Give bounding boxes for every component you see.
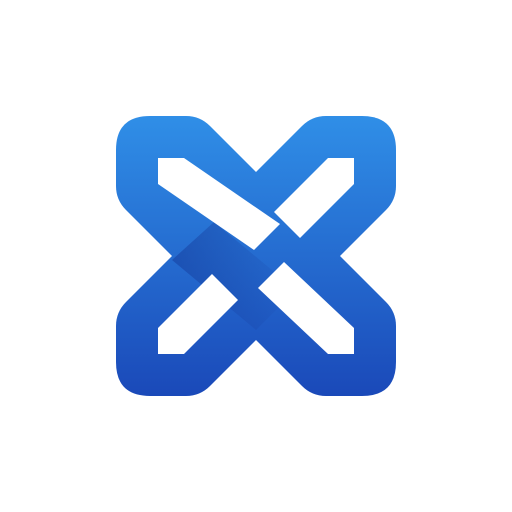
- interlocking-x-logo-icon: [116, 116, 396, 396]
- app-icon-canvas: [0, 0, 512, 512]
- logo-body: [116, 116, 396, 396]
